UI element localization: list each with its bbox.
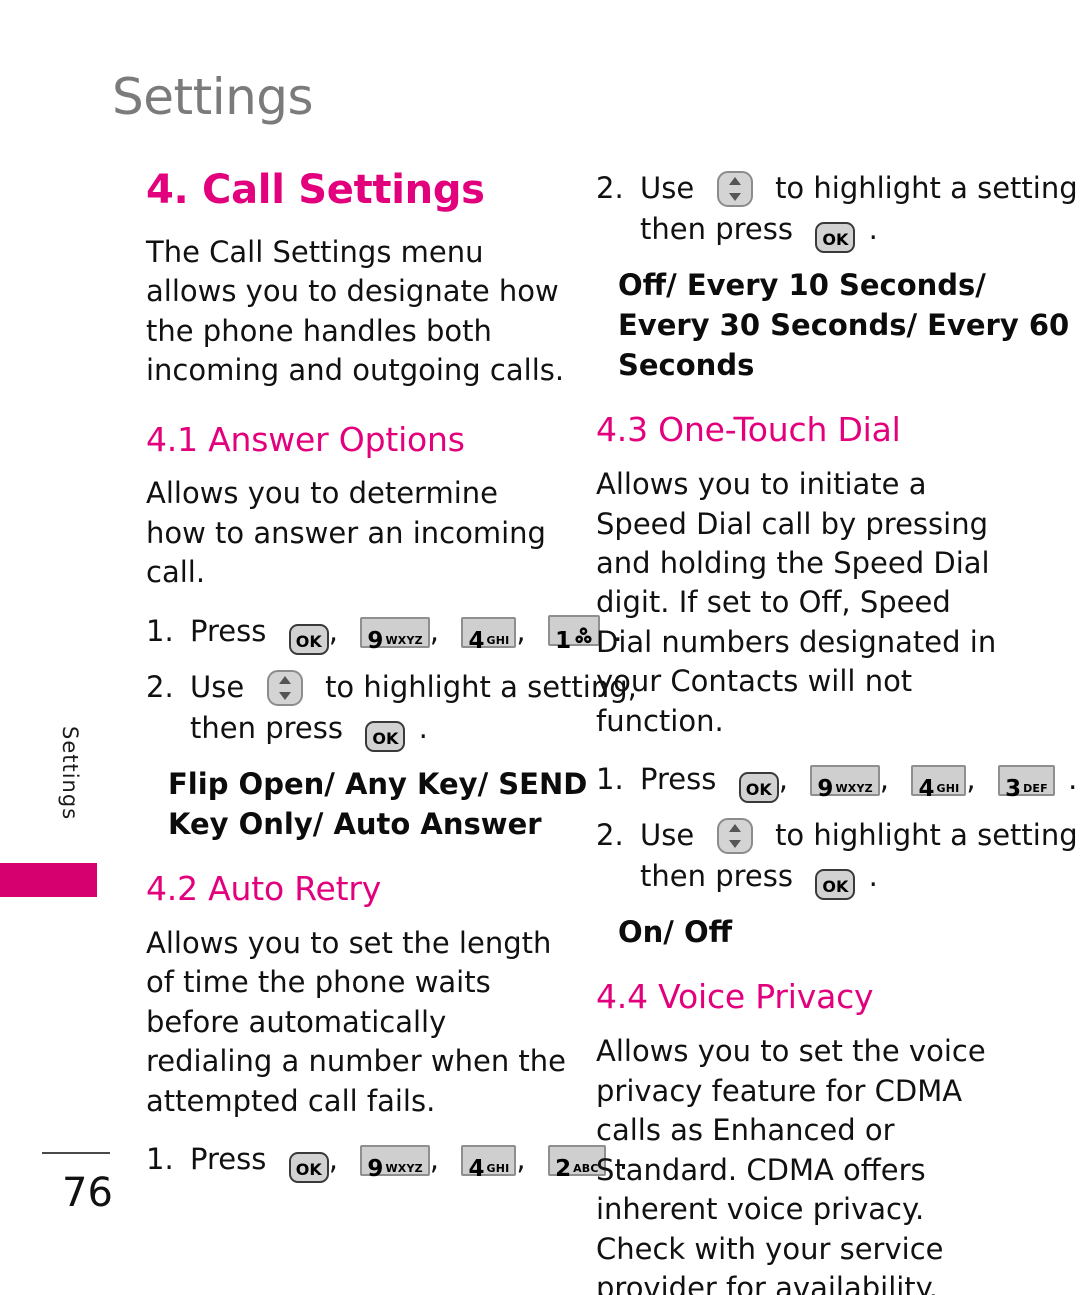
- step-text: to highlight a setting,: [775, 171, 1080, 205]
- ok-key-icon: OK: [815, 222, 856, 254]
- step-number: 2.: [146, 669, 174, 704]
- side-tab-label: Settings: [58, 726, 82, 821]
- comma-8: ,: [879, 762, 890, 797]
- key-letters: DEF: [1023, 782, 1048, 796]
- ok-key-icon: OK: [288, 1152, 329, 1184]
- right-column: 2. Use to highlight a setting, then pres…: [596, 168, 1080, 1295]
- step-number: 1.: [146, 1142, 174, 1177]
- chapter-heading: 4. Call Settings: [146, 167, 485, 213]
- key-digit: 9: [367, 627, 384, 654]
- comma-2: ,: [429, 613, 440, 648]
- chapter-intro-text: The Call Settings menu allows you to des…: [146, 234, 565, 388]
- comma-1: ,: [328, 613, 338, 648]
- one-touch-dial-step-1: 1. Press OK, 9 WXYZ, 4 GHI, 3 DEF .: [596, 759, 1077, 804]
- period-6: .: [868, 859, 878, 894]
- step-text-cont: then press: [190, 710, 343, 745]
- key-letters: WXYZ: [385, 633, 423, 647]
- comma-6: ,: [516, 1142, 526, 1177]
- options-line-2: Key Only/ Auto Answer: [168, 806, 542, 841]
- heading-auto-retry: 4.2 Auto Retry: [146, 869, 382, 908]
- options-line-1: Flip Open/ Any Key/ SEND: [168, 766, 588, 801]
- key-letters: GHI: [486, 633, 510, 647]
- step-number: 2.: [596, 171, 624, 205]
- voice-privacy-body: Allows you to set the voice privacy feat…: [596, 1034, 986, 1295]
- step-verb: Use: [640, 171, 695, 205]
- page-number: 76: [62, 1170, 113, 1216]
- one-touch-dial-step-2: 2. Use to highlight a setting, then pres…: [596, 815, 1080, 901]
- step-verb: Use: [190, 669, 245, 704]
- key-3-def-icon: 3 DEF: [998, 765, 1055, 801]
- ok-key-icon: OK: [815, 869, 856, 901]
- ok-key-icon: OK: [738, 772, 779, 804]
- key-digit: 1: [555, 627, 572, 654]
- heading-voice-privacy: 4.4 Voice Privacy: [596, 977, 874, 1017]
- key-9-wxyz-icon: 9 WXYZ: [360, 1145, 430, 1181]
- answer-options-step-2: 2. Use to highlight a setting, then pres…: [146, 667, 637, 752]
- heading-one-touch-dial: 4.3 One-Touch Dial: [596, 410, 901, 450]
- comma-7: ,: [778, 762, 788, 797]
- auto-retry-step-2: 2. Use to highlight a setting, then pres…: [596, 168, 1080, 254]
- key-4-ghi-icon: 4 GHI: [461, 1145, 517, 1181]
- key-4-ghi-icon: 4 GHI: [911, 765, 967, 801]
- manual-page: Settings Settings 4. Call Settings The C…: [0, 0, 1080, 1295]
- key-9-wxyz-icon: 9 WXYZ: [360, 616, 430, 652]
- key-digit: 4: [468, 627, 485, 654]
- comma-4: ,: [328, 1142, 338, 1177]
- options-line-2: Every 30 Seconds/ Every 60: [618, 308, 1070, 343]
- period-4: .: [868, 212, 878, 247]
- step-number: 2.: [596, 818, 624, 853]
- side-tab-marker: [0, 863, 97, 897]
- navigation-key-icon: [716, 818, 753, 855]
- one-touch-dial-body: Allows you to initiate a Speed Dial call…: [596, 467, 997, 738]
- step-verb: Press: [640, 762, 717, 797]
- comma-3: ,: [516, 613, 526, 648]
- step-verb: Press: [190, 1142, 267, 1177]
- key-digit: 4: [918, 776, 935, 803]
- answer-options-values: Flip Open/ Any Key/ SEND Key Only/ Auto …: [168, 764, 588, 844]
- auto-retry-step-1: 1. Press OK, 9 WXYZ, 4 GHI, 2 ABC .: [146, 1139, 628, 1184]
- step-text-cont: then press: [640, 212, 793, 247]
- step-verb: Use: [640, 818, 695, 853]
- key-letters: WXYZ: [385, 1162, 423, 1176]
- key-digit: 9: [367, 1156, 384, 1183]
- one-touch-dial-options-values: On/ Off: [618, 915, 733, 950]
- period-2: .: [418, 710, 428, 745]
- key-digit: 2: [555, 1156, 572, 1183]
- step-number: 1.: [146, 613, 174, 648]
- navigation-key-icon: [266, 669, 303, 706]
- step-text: to highlight a setting,: [775, 818, 1080, 853]
- comma-5: ,: [429, 1142, 440, 1177]
- ok-key-icon: OK: [365, 720, 406, 752]
- ok-key-icon: OK: [288, 623, 329, 655]
- key-letters: GHI: [486, 1162, 510, 1176]
- key-digit: 3: [1005, 776, 1022, 803]
- period-5: .: [1068, 762, 1078, 797]
- key-digit: 9: [817, 776, 834, 803]
- auto-retry-body: Allows you to set the length of time the…: [146, 925, 567, 1118]
- key-1-voicemail-icon: 1: [548, 614, 601, 652]
- running-head: Settings: [112, 68, 314, 126]
- key-9-wxyz-icon: 9 WXYZ: [810, 765, 880, 801]
- comma-9: ,: [966, 762, 976, 797]
- options-line-1: Off/ Every 10 Seconds/: [618, 268, 986, 303]
- step-text: to highlight a setting,: [325, 669, 637, 704]
- key-4-ghi-icon: 4 GHI: [461, 616, 517, 652]
- left-column: 4. Call Settings The Call Settings menu …: [146, 167, 637, 1195]
- navigation-key-icon: [716, 171, 753, 207]
- step-text-cont: then press: [640, 859, 793, 894]
- key-letters: GHI: [936, 782, 960, 796]
- step-verb: Press: [190, 613, 267, 648]
- options-line-3: Seconds: [618, 348, 755, 383]
- heading-answer-options: 4.1 Answer Options: [146, 419, 465, 459]
- footer-rule: [42, 1152, 110, 1154]
- answer-options-step-1: 1. Press OK, 9 WXYZ, 4 GHI, 1 .: [146, 611, 623, 655]
- auto-retry-options-values: Off/ Every 10 Seconds/ Every 30 Seconds/…: [618, 265, 1070, 385]
- voicemail-reel-icon: [574, 621, 593, 643]
- step-number: 1.: [596, 762, 624, 797]
- key-letters: ABC: [573, 1162, 599, 1176]
- key-digit: 4: [468, 1156, 485, 1183]
- answer-options-body: Allows you to determine how to answer an…: [146, 476, 546, 590]
- key-letters: WXYZ: [835, 782, 873, 796]
